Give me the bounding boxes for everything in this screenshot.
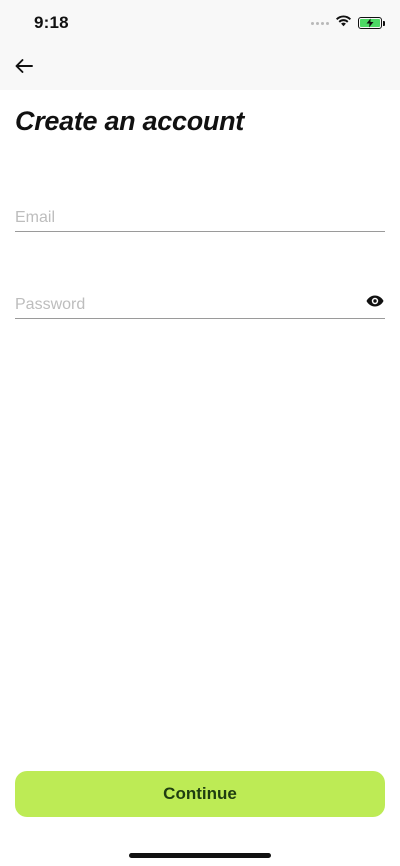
status-bar: 9:18 (0, 0, 400, 46)
battery-level (360, 18, 380, 28)
wifi-icon (335, 14, 352, 32)
back-button[interactable] (10, 54, 38, 82)
nav-bar (0, 46, 400, 90)
home-indicator (129, 853, 271, 858)
password-input[interactable] (15, 296, 345, 314)
battery-charging-icon (358, 17, 385, 29)
password-visibility-toggle[interactable] (365, 294, 385, 312)
password-field (15, 283, 385, 319)
status-time: 9:18 (34, 13, 69, 32)
arrow-left-icon (14, 58, 34, 79)
email-field (15, 196, 385, 232)
status-indicators (311, 14, 385, 32)
cellular-dots-icon (311, 21, 329, 25)
eye-icon (366, 294, 384, 312)
page-title: Create an account (15, 106, 244, 136)
email-input[interactable] (15, 209, 345, 227)
continue-button[interactable]: Continue (15, 771, 385, 817)
